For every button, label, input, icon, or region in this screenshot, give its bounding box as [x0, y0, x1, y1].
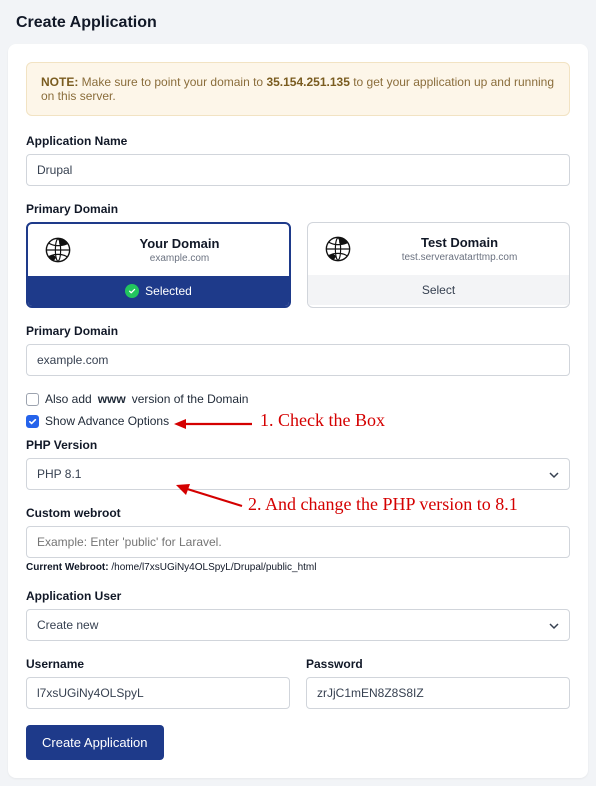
credentials-section: Username Password: [26, 657, 570, 709]
app-user-select[interactable]: Create new: [26, 609, 570, 641]
www-checkbox[interactable]: [26, 393, 39, 406]
checkbox-options-section: Also add www version of the Domain Show …: [26, 392, 570, 428]
username-input[interactable]: [26, 677, 290, 709]
custom-webroot-section: Custom webroot Current Webroot: /home/l7…: [26, 506, 570, 573]
primary-domain-input[interactable]: [26, 344, 570, 376]
advance-label: Show Advance Options: [45, 414, 169, 428]
www-checkbox-row[interactable]: Also add www version of the Domain: [26, 392, 570, 406]
app-user-label: Application User: [26, 589, 570, 603]
note-text-before: Make sure to point your domain to: [78, 75, 266, 89]
advance-checkbox-row[interactable]: Show Advance Options: [26, 414, 570, 428]
form-card: NOTE: Make sure to point your domain to …: [8, 44, 588, 778]
your-domain-footer-text: Selected: [145, 284, 192, 298]
your-domain-title: Your Domain: [86, 236, 273, 251]
current-webroot-value: /home/l7xsUGiNy4OLSpyL/Drupal/public_htm…: [109, 562, 317, 573]
note-prefix: NOTE:: [41, 75, 78, 89]
test-domain-sub: test.serveravatarttmp.com: [366, 252, 553, 263]
custom-webroot-label: Custom webroot: [26, 506, 570, 520]
note-banner: NOTE: Make sure to point your domain to …: [26, 62, 570, 116]
password-input[interactable]: [306, 677, 570, 709]
your-domain-card[interactable]: Your Domain example.com Selected: [26, 222, 291, 308]
test-domain-title: Test Domain: [366, 235, 553, 250]
password-label: Password: [306, 657, 570, 671]
your-domain-sub: example.com: [86, 253, 273, 264]
globe-icon: [44, 236, 72, 264]
test-domain-card[interactable]: Test Domain test.serveravatarttmp.com Se…: [307, 222, 570, 308]
app-name-section: Application Name: [26, 134, 570, 186]
check-circle-icon: [125, 284, 139, 298]
primary-domain-input-section: Primary Domain: [26, 324, 570, 376]
primary-domain-cards-label: Primary Domain: [26, 202, 570, 216]
custom-webroot-input[interactable]: [26, 526, 570, 558]
current-webroot: Current Webroot: /home/l7xsUGiNy4OLSpyL/…: [26, 562, 570, 573]
php-version-section: PHP Version PHP 8.1 2. And change the PH…: [26, 438, 570, 490]
advance-checkbox[interactable]: [26, 415, 39, 428]
php-version-value: PHP 8.1: [37, 467, 81, 481]
www-label-bold: www: [98, 392, 126, 406]
app-user-section: Application User Create new: [26, 589, 570, 641]
current-webroot-label: Current Webroot:: [26, 562, 109, 573]
create-application-button[interactable]: Create Application: [26, 725, 164, 760]
note-ip: 35.154.251.135: [266, 75, 349, 89]
page-title: Create Application: [16, 14, 580, 32]
your-domain-footer: Selected: [28, 276, 289, 306]
globe-icon: [324, 235, 352, 263]
chevron-down-icon: [549, 620, 559, 630]
username-label: Username: [26, 657, 290, 671]
app-user-value: Create new: [37, 618, 98, 632]
test-domain-footer[interactable]: Select: [308, 275, 569, 305]
primary-domain-input-label: Primary Domain: [26, 324, 570, 338]
php-version-select[interactable]: PHP 8.1: [26, 458, 570, 490]
app-name-input[interactable]: [26, 154, 570, 186]
php-version-label: PHP Version: [26, 438, 570, 452]
www-label-prefix: Also add: [45, 392, 92, 406]
app-name-label: Application Name: [26, 134, 570, 148]
www-label-suffix: version of the Domain: [132, 392, 249, 406]
primary-domain-cards-section: Primary Domain Your Domain example.com: [26, 202, 570, 308]
chevron-down-icon: [549, 469, 559, 479]
